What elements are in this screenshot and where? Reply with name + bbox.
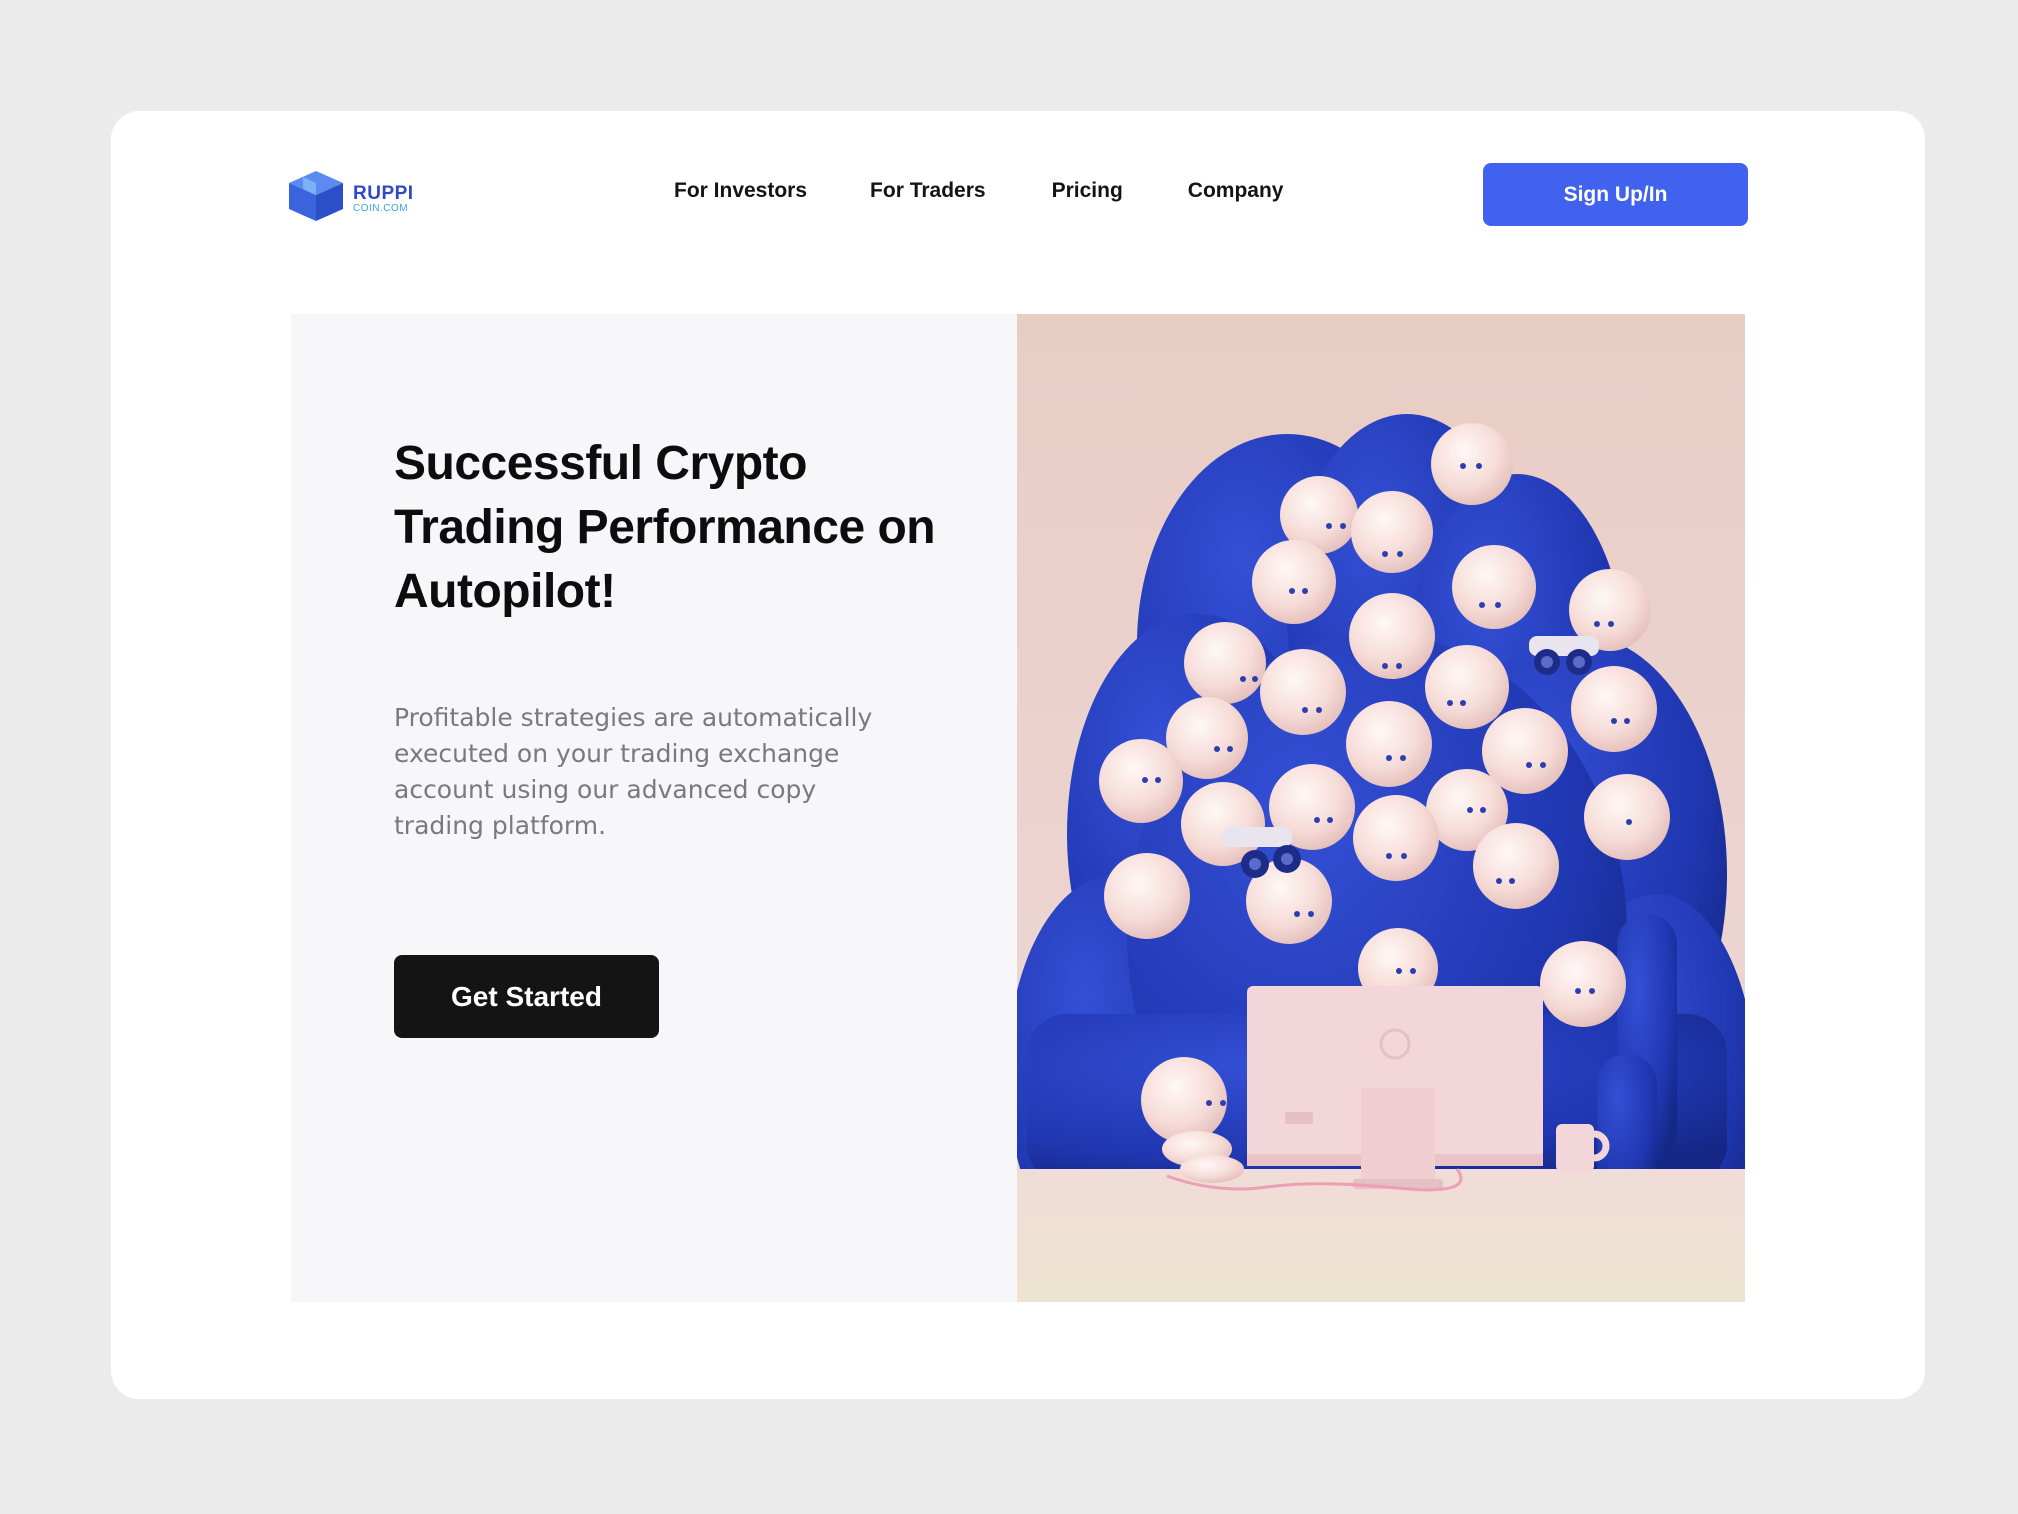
brand-name: RUPPI <box>353 182 414 204</box>
sign-up-in-button[interactable]: Sign Up/In <box>1483 163 1748 226</box>
page-card: RUPPI COIN.COM For Investors For Traders… <box>111 111 1925 1399</box>
hero-description: Profitable strategies are automatically … <box>394 703 873 840</box>
nav-for-traders[interactable]: For Traders <box>870 179 986 203</box>
nav-for-investors[interactable]: For Investors <box>674 179 807 203</box>
brand-logo[interactable]: RUPPI COIN.COM <box>285 169 414 228</box>
nav-pricing[interactable]: Pricing <box>1052 179 1123 203</box>
crowd-illustration <box>1017 414 1745 1302</box>
hero-title: Successful Crypto Trading Performance on… <box>394 437 936 618</box>
brand-wordmark: RUPPI COIN.COM <box>353 184 414 214</box>
main-nav: For Investors For Traders Pricing Compan… <box>674 179 1283 203</box>
nav-company[interactable]: Company <box>1188 179 1284 203</box>
cube-logo-icon <box>285 169 347 228</box>
hero-illustration <box>1017 314 1745 1302</box>
monitor-icon <box>1247 986 1543 1189</box>
hero-text-panel: Successful Crypto Trading Performance on… <box>291 314 1017 1302</box>
brand-domain: COIN.COM <box>353 202 409 214</box>
get-started-button[interactable]: Get Started <box>394 955 659 1038</box>
